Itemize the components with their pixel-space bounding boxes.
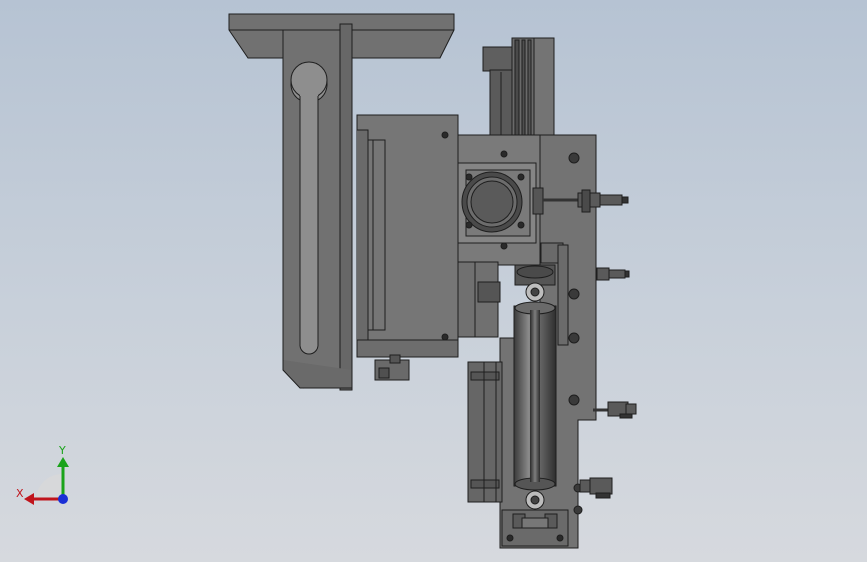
x-axis-label: X bbox=[16, 487, 24, 500]
z-axis-dot bbox=[58, 494, 68, 504]
axis-triad bbox=[24, 457, 69, 505]
graphics-viewport[interactable]: X Y bbox=[0, 0, 867, 562]
y-axis-label: Y bbox=[59, 444, 66, 457]
